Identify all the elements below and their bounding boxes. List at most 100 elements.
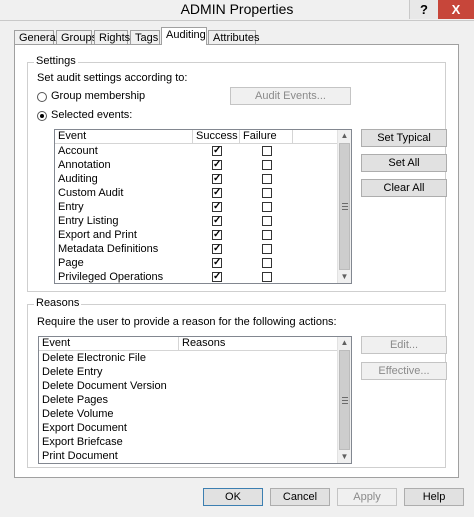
failure-checkbox[interactable] [262,258,272,268]
window-title: ADMIN Properties [180,1,294,17]
scroll-down-icon[interactable]: ▼ [338,271,351,283]
reasons-instruction: Require the user to provide a reason for… [37,316,337,328]
reason-row[interactable]: Delete Electronic File [39,351,337,365]
reason-event-name: Delete Volume [42,408,114,420]
events-list-header: Event Success Failure [55,130,351,144]
tab-attributes[interactable]: Attributes [208,30,259,44]
failure-checkbox[interactable] [262,244,272,254]
reasons-group: Reasons Require the user to provide a re… [27,297,447,468]
reasons-scroll-thumb[interactable] [339,350,350,450]
reason-row[interactable]: Export Document [39,421,337,435]
help-icon[interactable]: ? [409,0,438,19]
tab-rights[interactable]: Rights [94,30,130,44]
reason-row[interactable]: Delete Pages [39,393,337,407]
audit-events-list[interactable]: Event Success Failure Account ✓ Annotation… [54,129,352,284]
event-row[interactable]: Privileged Operations ✓ [55,270,337,283]
close-icon[interactable]: X [438,0,474,19]
reasons-col-event-header[interactable]: Event [39,337,179,350]
reasons-col-reasons-header[interactable]: Reasons [179,337,339,350]
effective-button[interactable]: Effective... [361,362,447,380]
event-name: Custom Audit [58,187,124,199]
col-failure-header[interactable]: Failure [240,130,293,143]
failure-checkbox[interactable] [262,146,272,156]
apply-button[interactable]: Apply [337,488,397,506]
scroll-up-icon[interactable]: ▲ [338,130,351,142]
event-name: Entry [58,201,84,213]
title-bar: ADMIN Properties ? X [0,0,474,21]
event-row[interactable]: Annotation ✓ [55,158,337,172]
clear-all-button[interactable]: Clear All [361,179,447,197]
group-membership-label[interactable]: Group membership [51,90,145,102]
ok-button[interactable]: OK [203,488,263,506]
reason-event-name: Delete Pages [42,394,109,406]
reason-event-name: Export Briefcase [42,436,123,448]
set-typical-button[interactable]: Set Typical [361,129,447,147]
settings-instruction: Set audit settings according to: [37,72,188,84]
reason-event-name: Delete Entry [42,366,103,378]
reason-row[interactable]: Delete Volume [39,407,337,421]
reasons-group-title: Reasons [34,297,82,309]
success-checkbox[interactable]: ✓ [212,258,222,268]
selected-events-radio[interactable] [37,111,47,121]
success-checkbox[interactable]: ✓ [212,244,222,254]
reasons-scroll-up-icon[interactable]: ▲ [338,337,351,349]
col-event-header[interactable]: Event [55,130,193,143]
tab-groups[interactable]: Groups [56,30,97,44]
reasons-list[interactable]: Event Reasons Delete Electronic File Dele… [38,336,352,464]
success-checkbox[interactable]: ✓ [212,160,222,170]
edit-button[interactable]: Edit... [361,336,447,354]
event-row[interactable]: Export and Print ✓ [55,228,337,242]
reasons-scroll-down-icon[interactable]: ▼ [338,451,351,463]
event-row[interactable]: Custom Audit ✓ [55,186,337,200]
success-checkbox[interactable]: ✓ [212,216,222,226]
event-row[interactable]: Auditing ✓ [55,172,337,186]
dialog-footer: OK Cancel Apply Help [0,478,474,517]
col-success-header[interactable]: Success [193,130,240,143]
failure-checkbox[interactable] [262,230,272,240]
reason-row[interactable]: Print Document [39,449,337,463]
event-name: Export and Print [58,229,137,241]
reason-row[interactable]: Delete Document Version [39,379,337,393]
success-checkbox[interactable]: ✓ [212,202,222,212]
reason-event-name: Export Document [42,422,127,434]
event-row[interactable]: Account ✓ [55,144,337,158]
failure-checkbox[interactable] [262,272,272,282]
audit-events-button[interactable]: Audit Events... [230,87,351,105]
failure-checkbox[interactable] [262,216,272,226]
reason-row[interactable]: Delete Entry [39,365,337,379]
event-row[interactable]: Metadata Definitions ✓ [55,242,337,256]
tab-auditing[interactable]: Auditing [161,27,207,45]
settings-group: Settings Set audit settings according to… [27,55,447,292]
failure-checkbox[interactable] [262,188,272,198]
group-membership-radio[interactable] [37,92,47,102]
event-row[interactable]: Entry ✓ [55,200,337,214]
success-checkbox[interactable]: ✓ [212,272,222,282]
failure-checkbox[interactable] [262,160,272,170]
set-all-button[interactable]: Set All [361,154,447,172]
cancel-button[interactable]: Cancel [270,488,330,506]
tab-tags[interactable]: Tags [130,30,160,44]
reason-row[interactable]: Export Briefcase [39,435,337,449]
success-checkbox[interactable]: ✓ [212,230,222,240]
failure-checkbox[interactable] [262,202,272,212]
success-checkbox[interactable]: ✓ [212,146,222,156]
tab-general[interactable]: General [14,30,58,44]
event-name: Annotation [58,159,111,171]
events-scrollbar[interactable]: ▲ ▼ [337,130,351,283]
event-row[interactable]: Entry Listing ✓ [55,214,337,228]
event-name: Auditing [58,173,98,185]
failure-checkbox[interactable] [262,174,272,184]
reasons-list-header: Event Reasons [39,337,351,351]
success-checkbox[interactable]: ✓ [212,174,222,184]
success-checkbox[interactable]: ✓ [212,188,222,198]
properties-window: ADMIN Properties ? X General Groups Righ… [0,0,474,517]
event-name: Privileged Operations [58,271,164,283]
scroll-thumb[interactable] [339,143,350,270]
event-row[interactable]: Page ✓ [55,256,337,270]
reason-event-name: Delete Electronic File [42,352,146,364]
event-name: Metadata Definitions [58,243,159,255]
help-button[interactable]: Help [404,488,464,506]
selected-events-label[interactable]: Selected events: [51,109,132,121]
event-name: Entry Listing [58,215,119,227]
reasons-scrollbar[interactable]: ▲ ▼ [337,337,351,463]
